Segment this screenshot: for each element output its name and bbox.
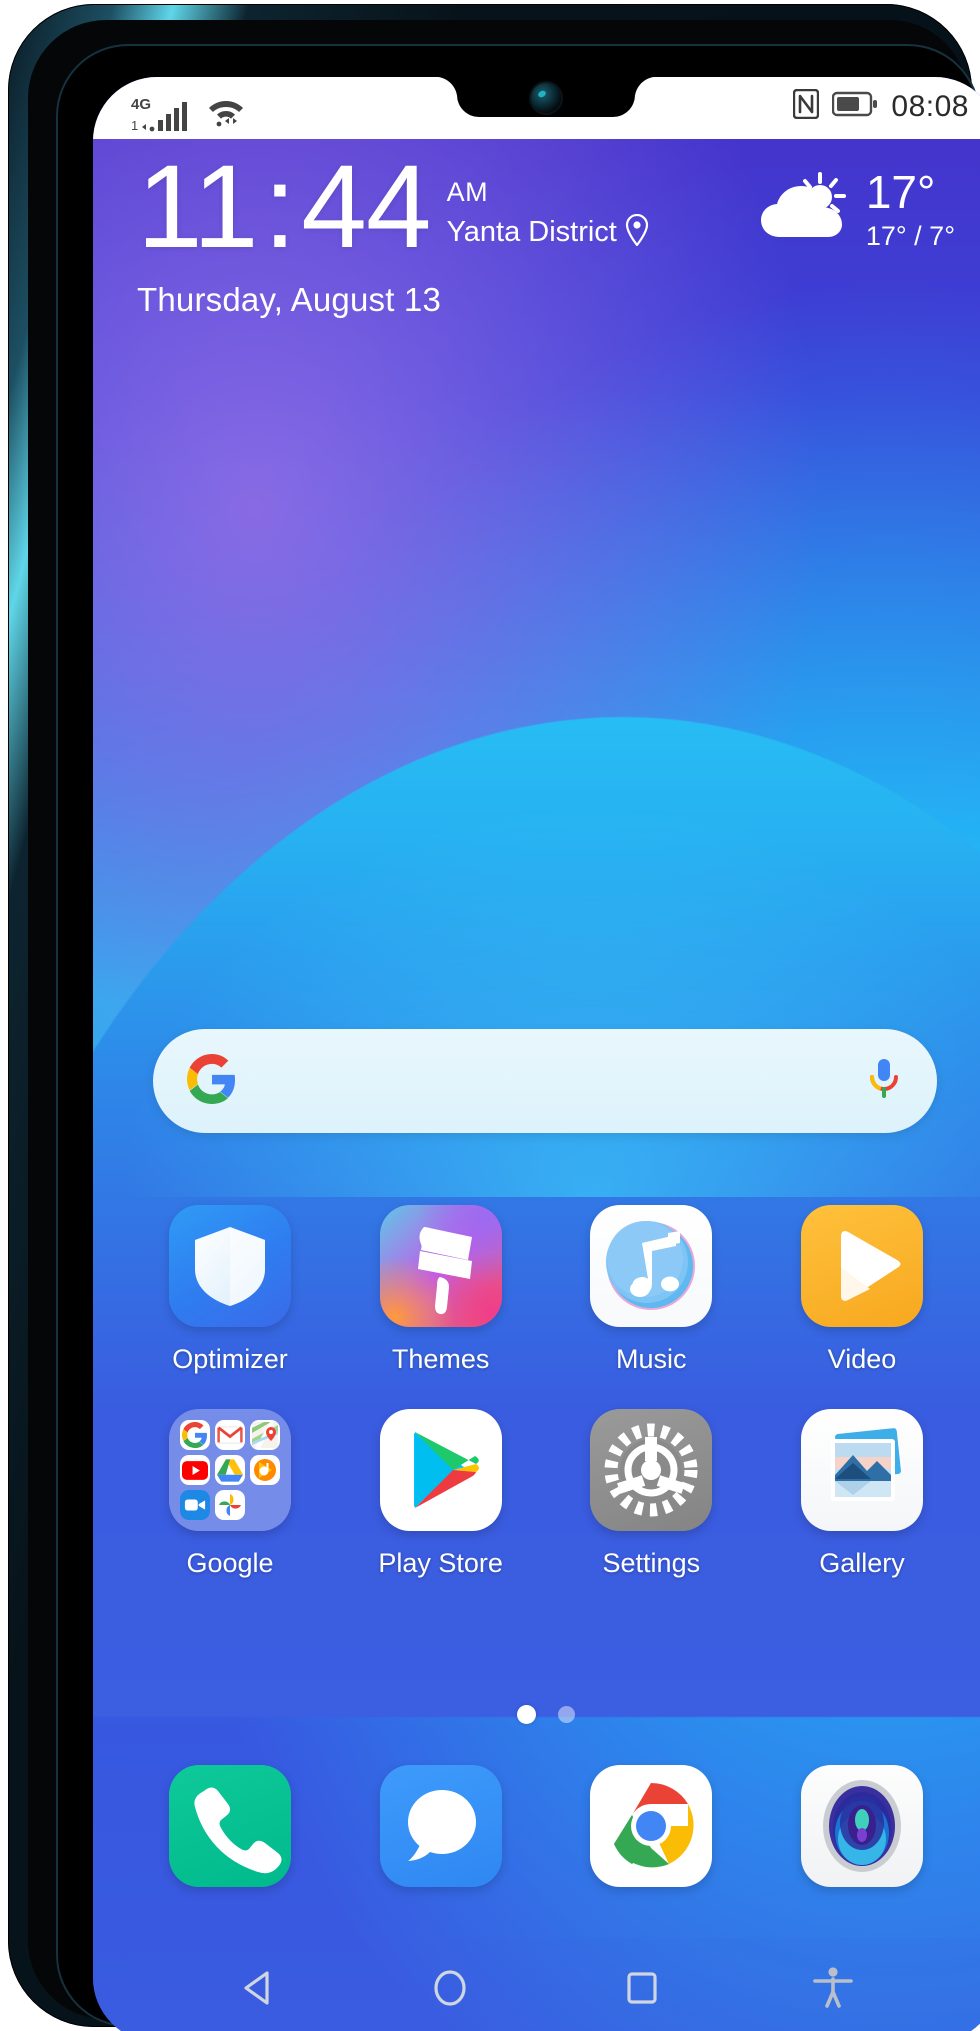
back-triangle-icon xyxy=(236,1965,282,2016)
dock-app-camera[interactable] xyxy=(787,1765,937,1887)
gmail-icon xyxy=(215,1420,245,1450)
dock-app-chrome[interactable] xyxy=(576,1765,726,1887)
svg-text:4G: 4G xyxy=(131,96,151,113)
folder-empty-slot xyxy=(250,1490,280,1520)
clock-weather-widget[interactable]: 11:44 AM Yanta District 17° 17° / 7° Thu… xyxy=(93,148,980,319)
app-label: Settings xyxy=(602,1548,701,1578)
phone-handset-icon xyxy=(169,1765,291,1887)
phone-edge: 4G 1 08:08 11:44 AM Yanta District 17° 1… xyxy=(28,20,980,2031)
phone-frame: 4G 1 08:08 11:44 AM Yanta District 17° 1… xyxy=(8,4,980,2031)
nav-recents-button[interactable] xyxy=(607,1955,677,2025)
page-dot[interactable] xyxy=(558,1706,575,1723)
status-bar-right: 08:08 xyxy=(793,88,969,124)
status-bar-left: 4G 1 xyxy=(131,89,249,134)
app-label: Optimizer xyxy=(172,1344,288,1374)
wifi-icon xyxy=(203,89,249,134)
microphone-icon[interactable] xyxy=(865,1055,903,1108)
app-video[interactable]: Video xyxy=(787,1205,937,1375)
music-icon xyxy=(590,1205,713,1327)
battery-icon xyxy=(832,91,878,122)
google-drive-icon xyxy=(215,1455,245,1485)
screenshot-root: 4G 1 08:08 11:44 AM Yanta District 17° 1… xyxy=(0,0,980,2031)
widget-colon: : xyxy=(263,141,297,273)
google-duo-icon xyxy=(180,1490,210,1520)
dock-app-phone[interactable] xyxy=(155,1765,305,1887)
app-grid: Optimizer Themes Music Video Google Play… xyxy=(93,1205,980,1613)
widget-hours: 11 xyxy=(137,141,258,273)
gallery-icon xyxy=(800,1409,923,1531)
widget-date: Thursday, August 13 xyxy=(137,281,442,319)
nav-back-button[interactable] xyxy=(224,1955,294,2025)
youtube-icon xyxy=(180,1455,210,1485)
app-row-1: Optimizer Themes Music Video xyxy=(155,1205,937,1375)
app-gallery[interactable]: Gallery xyxy=(787,1409,937,1579)
app-label: Themes xyxy=(391,1344,490,1374)
google-search-icon xyxy=(180,1420,210,1450)
nav-home-button[interactable] xyxy=(415,1955,485,2025)
widget-time: 11:44 xyxy=(137,148,432,266)
app-play-store[interactable]: Play Store xyxy=(366,1409,516,1579)
app-label: Play Store xyxy=(378,1548,503,1578)
app-label: Video xyxy=(827,1344,897,1374)
front-camera-icon xyxy=(531,83,561,113)
signal-bars-icon: 4G 1 xyxy=(131,94,193,134)
nav-accessibility-button[interactable] xyxy=(798,1955,868,2025)
chrome-icon xyxy=(590,1765,713,1887)
play-music-icon xyxy=(250,1455,280,1485)
app-google-folder[interactable]: Google xyxy=(155,1409,305,1579)
message-bubble-icon xyxy=(379,1765,502,1887)
dock-app-messages[interactable] xyxy=(366,1765,516,1887)
widget-meridiem: AM xyxy=(446,177,489,207)
camera-notch xyxy=(457,77,635,117)
app-settings[interactable]: Settings xyxy=(576,1409,726,1579)
location-pin-icon xyxy=(625,213,649,251)
widget-location[interactable]: Yanta District xyxy=(446,213,649,251)
themes-icon xyxy=(379,1205,502,1327)
nfc-icon xyxy=(793,88,820,124)
dock xyxy=(93,1765,980,1887)
widget-minutes: 44 xyxy=(301,141,431,273)
video-icon xyxy=(800,1205,923,1327)
app-label: Gallery xyxy=(819,1548,905,1578)
recents-square-icon xyxy=(619,1965,665,2016)
device-name: huawei-phone xyxy=(0,0,1,1)
app-label: Google xyxy=(186,1548,274,1578)
weather-temp-range: 17° / 7° xyxy=(865,221,955,251)
page-dot-active[interactable] xyxy=(517,1705,536,1724)
home-circle-icon xyxy=(427,1965,473,2016)
app-row-2: Google Play Store Settings Gallery xyxy=(155,1409,937,1579)
google-g-icon xyxy=(187,1053,237,1109)
page-indicator xyxy=(93,1705,980,1724)
app-optimizer[interactable]: Optimizer xyxy=(155,1205,305,1375)
svg-text:1: 1 xyxy=(131,118,138,133)
google-photos-icon xyxy=(215,1490,245,1520)
widget-meta: AM Yanta District xyxy=(447,151,649,251)
google-maps-icon xyxy=(250,1420,280,1450)
phone-bezel: 4G 1 08:08 11:44 AM Yanta District 17° 1… xyxy=(56,44,980,2031)
status-bar-clock: 08:08 xyxy=(891,89,969,123)
widget-location-label: Yanta District xyxy=(446,216,617,248)
navigation-bar xyxy=(93,1938,980,2031)
accessibility-person-icon xyxy=(810,1965,856,2016)
google-folder-icon xyxy=(169,1409,291,1531)
settings-gear-icon xyxy=(590,1409,713,1531)
camera-lens-icon xyxy=(800,1765,923,1887)
app-label: Music xyxy=(616,1344,687,1374)
partly-cloudy-icon xyxy=(758,169,854,250)
weather-widget[interactable]: 17° 17° / 7° xyxy=(758,151,955,252)
phone-screen: 4G 1 08:08 11:44 AM Yanta District 17° 1… xyxy=(93,77,980,2031)
app-music[interactable]: Music xyxy=(576,1205,726,1375)
google-search-bar[interactable] xyxy=(153,1029,937,1133)
play-store-icon xyxy=(379,1409,502,1531)
optimizer-icon xyxy=(169,1205,291,1327)
weather-current-temp: 17° xyxy=(865,166,936,218)
app-themes[interactable]: Themes xyxy=(366,1205,516,1375)
